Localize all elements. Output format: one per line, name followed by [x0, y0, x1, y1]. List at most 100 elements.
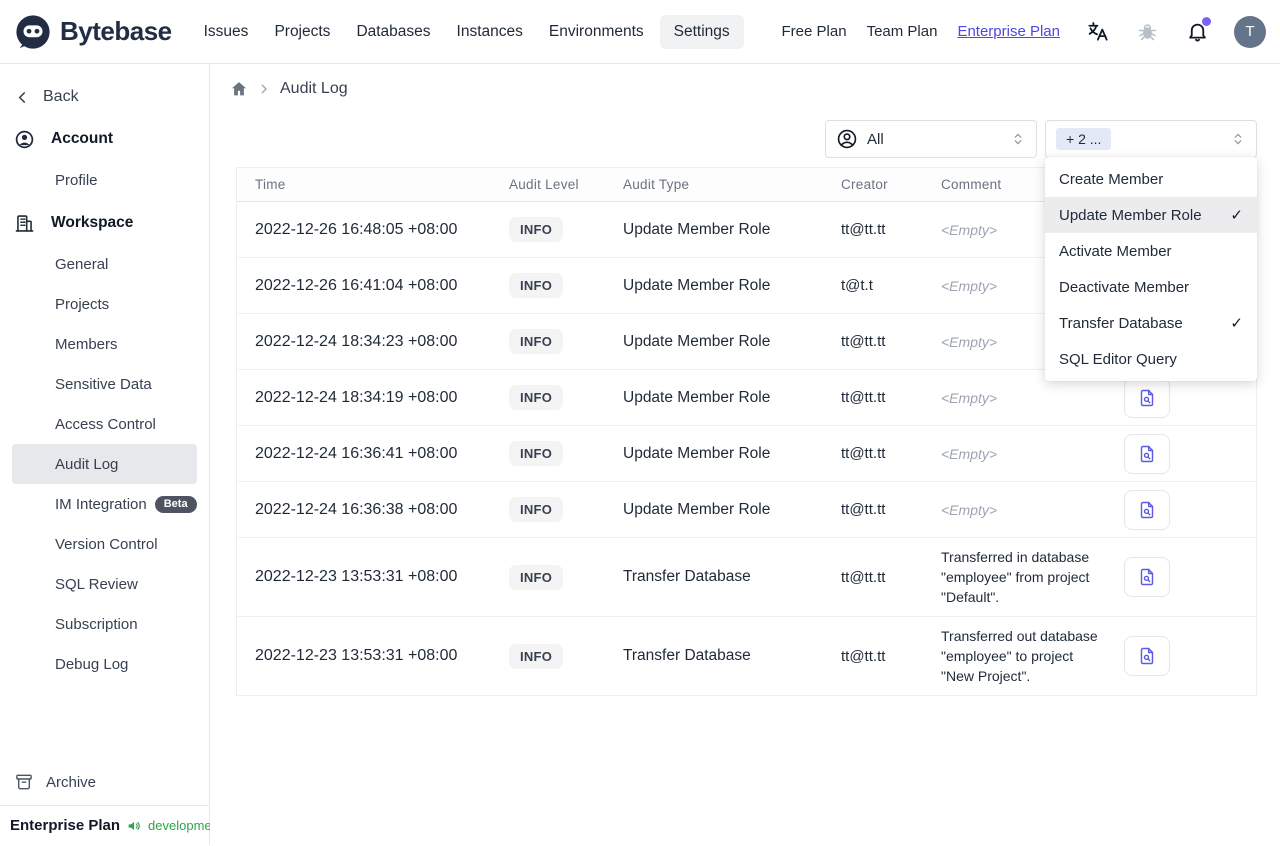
- menu-item-deactivate-member[interactable]: Deactivate Member: [1045, 269, 1257, 305]
- sidebar-item-sql-review[interactable]: SQL Review: [12, 564, 197, 604]
- sidebar-item-label: Debug Log: [55, 655, 129, 673]
- filter-bar: All + 2 ...: [210, 120, 1280, 158]
- view-detail-button[interactable]: [1124, 377, 1170, 418]
- column-header-time: Time: [255, 177, 286, 192]
- nav-item-environments[interactable]: Environments: [539, 15, 654, 49]
- menu-item-create-member[interactable]: Create Member: [1045, 161, 1257, 197]
- user-circle-icon: [14, 129, 35, 150]
- sidebar-item-label: Sensitive Data: [55, 375, 152, 393]
- sidebar-section-title: Account: [51, 130, 113, 147]
- sidebar-item-label: General: [55, 255, 109, 273]
- sidebar-item-label: Access Control: [55, 415, 156, 433]
- menu-item-sql-editor-query[interactable]: SQL Editor Query: [1045, 341, 1257, 377]
- audit-creator: tt@tt.tt: [841, 445, 886, 462]
- audit-type: Update Member Role: [623, 500, 771, 518]
- audit-level-badge: INFO: [509, 497, 564, 522]
- nav-item-issues[interactable]: Issues: [194, 15, 259, 49]
- audit-creator: tt@tt.tt: [841, 501, 886, 518]
- sidebar-item-sensitive-data[interactable]: Sensitive Data: [12, 364, 197, 404]
- bytebase-logo[interactable]: Bytebase: [14, 13, 172, 51]
- checkmark-icon: ✓: [1230, 315, 1243, 332]
- plan-link-team-plan[interactable]: Team Plan: [867, 23, 938, 40]
- column-header-audit-level: Audit Level: [509, 177, 579, 192]
- sidebar-item-label: IM Integration: [55, 495, 147, 513]
- sidebar-item-label: Members: [55, 335, 118, 353]
- sidebar-item-access-control[interactable]: Access Control: [12, 404, 197, 444]
- audit-comment: <Empty>: [941, 445, 998, 462]
- avatar[interactable]: T: [1234, 15, 1266, 48]
- audit-comment: Transferred out database "employee" to p…: [941, 628, 1098, 684]
- page-title: Audit Log: [280, 80, 348, 97]
- archive-icon: [14, 772, 34, 792]
- audit-time: 2022-12-26 16:41:04 +08:00: [255, 276, 458, 294]
- audit-level-badge: INFO: [509, 441, 564, 466]
- chevron-updown-icon: [1010, 131, 1026, 147]
- audit-creator: tt@tt.tt: [841, 389, 886, 406]
- plan-link-enterprise-plan[interactable]: Enterprise Plan: [957, 23, 1060, 40]
- nav-item-instances[interactable]: Instances: [447, 15, 533, 49]
- sidebar-item-version-control[interactable]: Version Control: [12, 524, 197, 564]
- audit-type-dropdown-menu: Create Member Update Member Role ✓ Activate…: [1045, 157, 1257, 381]
- audit-type: Update Member Role: [623, 332, 771, 350]
- audit-creator: tt@tt.tt: [841, 333, 886, 350]
- audit-time: 2022-12-23 13:53:31 +08:00: [255, 647, 458, 664]
- plan-links: Free Plan Team Plan Enterprise Plan: [782, 23, 1060, 40]
- nav-item-projects[interactable]: Projects: [264, 15, 340, 49]
- sidebar-item-label: Projects: [55, 295, 110, 313]
- back-button[interactable]: Back: [0, 78, 209, 116]
- audit-type: Transfer Database: [623, 568, 751, 585]
- bug-report-icon[interactable]: [1134, 19, 1160, 45]
- audit-time: 2022-12-24 18:34:23 +08:00: [255, 332, 458, 350]
- audit-type-filter-value: + 2 ...: [1056, 128, 1112, 150]
- home-icon[interactable]: [230, 80, 248, 98]
- sidebar-item-label: Audit Log: [55, 455, 119, 473]
- menu-item-update-member-role[interactable]: Update Member Role ✓: [1045, 197, 1257, 233]
- menu-item-transfer-database[interactable]: Transfer Database ✓: [1045, 305, 1257, 341]
- menu-item-label: Update Member Role: [1059, 206, 1202, 224]
- audit-level-badge: INFO: [509, 217, 564, 242]
- speaker-icon: [126, 818, 142, 834]
- creator-filter-select[interactable]: All: [825, 120, 1037, 158]
- nav-item-settings[interactable]: Settings: [659, 14, 744, 49]
- audit-comment: Transferred in database "employee" from …: [941, 549, 1090, 605]
- brand-wordmark: Bytebase: [60, 16, 172, 46]
- menu-item-label: Activate Member: [1059, 242, 1172, 260]
- audit-comment: <Empty>: [941, 389, 998, 406]
- view-detail-button[interactable]: [1124, 557, 1170, 597]
- settings-sidebar: Back Account Profile Workspace General Proje…: [0, 64, 223, 845]
- table-row: 2022-12-23 13:53:31 +08:00 INFO Transfer…: [237, 538, 1256, 617]
- sidebar-item-label: Version Control: [55, 535, 158, 553]
- menu-item-label: Create Member: [1059, 170, 1164, 188]
- plan-link-free-plan[interactable]: Free Plan: [782, 23, 847, 40]
- audit-time: 2022-12-24 18:34:19 +08:00: [255, 388, 458, 406]
- checkmark-icon: ✓: [1230, 207, 1243, 224]
- view-detail-button[interactable]: [1124, 489, 1170, 530]
- sidebar-item-projects[interactable]: Projects: [12, 284, 197, 324]
- audit-time: 2022-12-23 13:53:31 +08:00: [255, 568, 458, 585]
- sidebar-item-members[interactable]: Members: [12, 324, 197, 364]
- table-row: 2022-12-23 13:53:31 +08:00 INFO Transfer…: [237, 617, 1256, 696]
- menu-item-activate-member[interactable]: Activate Member: [1045, 233, 1257, 269]
- audit-level-badge: INFO: [509, 329, 564, 354]
- audit-level-badge: INFO: [509, 385, 564, 410]
- sidebar-item-subscription[interactable]: Subscription: [12, 604, 197, 644]
- sidebar-item-archive[interactable]: Archive: [0, 759, 209, 805]
- bell-icon[interactable]: [1184, 16, 1211, 45]
- audit-type-filter-select[interactable]: + 2 ...: [1045, 120, 1257, 158]
- audit-creator: tt@tt.tt: [841, 568, 886, 586]
- audit-time: 2022-12-24 16:36:38 +08:00: [255, 500, 458, 518]
- sidebar-item-profile[interactable]: Profile: [12, 160, 197, 200]
- audit-level-badge: INFO: [509, 273, 564, 298]
- chevron-right-icon: [257, 82, 271, 96]
- sidebar-item-audit-log[interactable]: Audit Log: [12, 444, 197, 484]
- view-detail-button[interactable]: [1124, 636, 1170, 676]
- audit-type: Transfer Database: [623, 647, 751, 664]
- translate-icon[interactable]: [1084, 19, 1110, 45]
- nav-item-databases[interactable]: Databases: [346, 15, 440, 49]
- sidebar-item-im-integration[interactable]: IM Integration Beta: [12, 484, 197, 524]
- sidebar-item-general[interactable]: General: [12, 244, 197, 284]
- sidebar-item-debug-log[interactable]: Debug Log: [12, 644, 197, 684]
- view-detail-button[interactable]: [1124, 433, 1170, 474]
- audit-level-badge: INFO: [509, 564, 564, 590]
- chevron-updown-icon: [1230, 131, 1246, 147]
